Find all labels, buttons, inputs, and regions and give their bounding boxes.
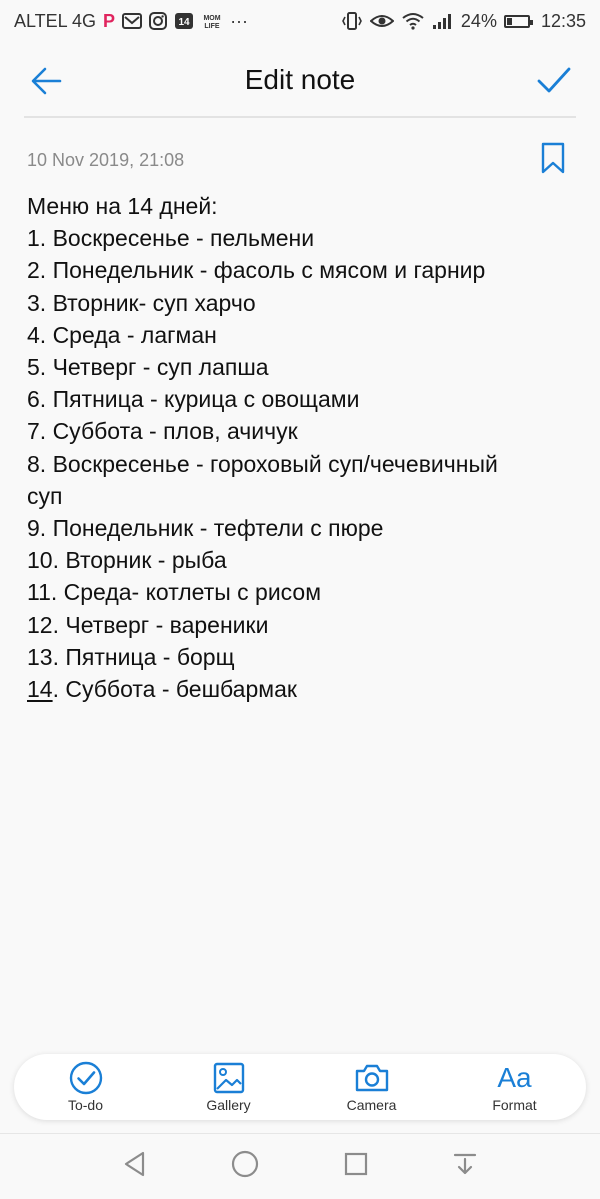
save-button[interactable]	[536, 64, 572, 98]
note-line: 13. Пятница - борщ	[27, 643, 235, 670]
eye-icon	[369, 12, 394, 30]
note-line: 11. Среда- котлеты с рисом	[27, 579, 322, 606]
momlife-bottom: LIFE	[204, 23, 219, 30]
pin-icon: P	[103, 10, 116, 31]
note-line: 5. Четверг - суп лапша	[27, 354, 269, 381]
camera-label: Camera	[346, 1097, 397, 1113]
note-line: 4. Среда - лагман	[27, 321, 217, 348]
gallery-button[interactable]: Gallery	[174, 1061, 284, 1113]
camera-icon	[354, 1061, 390, 1095]
notification-count: 14	[179, 17, 191, 28]
triangle-back-icon	[124, 1151, 144, 1177]
checkmark-icon	[537, 67, 571, 93]
vibrate-icon	[341, 11, 363, 31]
nav-notifications-button[interactable]	[451, 1150, 479, 1183]
bookmark-icon	[541, 142, 565, 174]
note-line: 6. Пятница - курица с овощами	[27, 386, 360, 413]
signal-icon	[432, 12, 454, 30]
page-title: Edit note	[244, 64, 356, 95]
carrier-label: ALTEL 4G	[14, 10, 97, 31]
note-line: суп	[27, 482, 63, 509]
spellcheck-underlined-number: 14	[27, 676, 53, 703]
momlife-icon: MOM LIFE	[201, 12, 223, 30]
arrow-left-icon	[31, 67, 62, 95]
note-toolbar: To-do Gallery Camera Aa Format	[14, 1054, 586, 1120]
status-left: ALTEL 4G P 14 MOM LIFE ···	[14, 11, 248, 32]
gmail-icon	[122, 12, 143, 30]
camera-button[interactable]: Camera	[317, 1061, 427, 1113]
note-timestamp: 10 Nov 2019, 21:08	[27, 150, 185, 170]
circle-home-icon	[232, 1150, 259, 1178]
todo-check-circle-icon	[69, 1061, 103, 1095]
wifi-icon	[401, 12, 425, 30]
more-icon: ···	[230, 10, 249, 31]
instagram-icon	[149, 12, 168, 30]
system-nav-bar	[0, 1134, 600, 1199]
nav-back-button[interactable]	[121, 1150, 149, 1183]
battery-percent: 24%	[460, 10, 497, 31]
notification-14-icon: 14	[174, 12, 194, 30]
note-line: 1. Воскресенье - пельмени	[27, 225, 315, 252]
format-button[interactable]: Aa Format	[460, 1061, 570, 1113]
bookmark-button[interactable]	[540, 142, 566, 174]
note-line: 9. Понедельник - тефтели с пюре	[27, 515, 384, 542]
nav-recents-button[interactable]	[342, 1150, 370, 1183]
note-line: 10. Вторник - рыба	[27, 547, 227, 574]
gallery-label: Gallery	[206, 1097, 251, 1113]
note-line: 12. Четверг - вареники	[27, 611, 269, 638]
note-line: 3. Вторник- суп харчо	[27, 289, 256, 316]
note-line: 7. Суббота - плов, ачичук	[27, 418, 298, 445]
nav-home-button[interactable]	[230, 1149, 260, 1184]
battery-icon	[503, 14, 533, 28]
status-bar: ALTEL 4G P 14 MOM LIFE ··· 24% 12:35	[0, 0, 600, 42]
title-bar: Edit note	[0, 42, 600, 118]
format-label: Format	[492, 1097, 537, 1113]
status-right: 24% 12:35	[341, 11, 586, 32]
momlife-top: MOM	[204, 15, 221, 22]
todo-button[interactable]: To-do	[31, 1061, 141, 1113]
format-text-icon: Aa	[497, 1062, 532, 1093]
note-line: 8. Воскресенье - гороховый суп/чечевичны…	[27, 450, 498, 477]
square-recents-icon	[344, 1152, 367, 1176]
pull-down-icon	[454, 1153, 477, 1175]
note-line: 2. Понедельник - фасоль с мясом и гарнир	[27, 257, 486, 284]
note-line: Меню на 14 дней:	[27, 193, 218, 219]
header-divider	[24, 116, 576, 118]
todo-label: To-do	[67, 1097, 104, 1113]
note-line-last: 14. Суббота - бешбармак	[27, 673, 577, 705]
gallery-image-icon	[213, 1061, 245, 1095]
note-line-last-text: . Суббота - бешбармак	[52, 676, 297, 703]
clock: 12:35	[540, 10, 586, 31]
back-button[interactable]	[30, 64, 64, 98]
note-text-area[interactable]: Меню на 14 дней: 1. Воскресенье - пельме…	[27, 190, 577, 705]
